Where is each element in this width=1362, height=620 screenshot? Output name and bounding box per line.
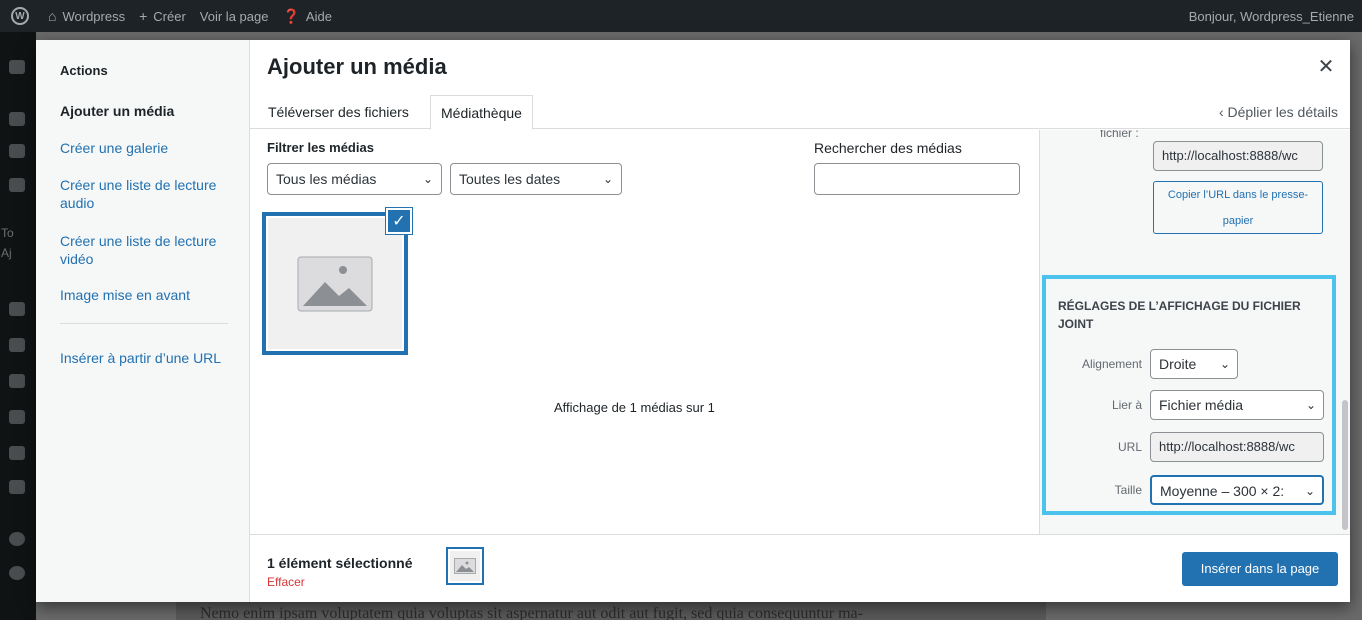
media-modal: Actions Ajouter un média Créer une galer… [36, 40, 1350, 602]
new-content-link[interactable]: + Créer [139, 8, 186, 24]
circle-icon [9, 532, 25, 546]
modal-title: Ajouter un média [267, 54, 447, 79]
search-label: Rechercher des médias [814, 140, 962, 156]
url-label: URL [1117, 440, 1142, 454]
dashboard-icon [9, 60, 25, 74]
menu-item-featured-image[interactable]: Image mise en avant [60, 286, 230, 304]
size-label: Taille [1114, 483, 1142, 497]
search-input[interactable] [814, 163, 1020, 195]
help-icon: ❓ [282, 7, 300, 24]
menu-text: To [1, 226, 14, 240]
check-icon: ✓ [392, 213, 406, 230]
close-icon: ✕ [1317, 55, 1335, 78]
media-type-filter[interactable]: Tous les médias ⌄ [267, 163, 442, 195]
attachment-check-button[interactable]: ✓ [386, 208, 412, 234]
menu-item-insert-from-url[interactable]: Insérer à partir d’une URL [60, 349, 230, 367]
media-count: Affichage de 1 médias sur 1 [554, 400, 715, 415]
selection-count: 1 élément sélectionné [267, 555, 413, 571]
router-tabs: Téléverser des fichiers Médiathèque ‹ Dé… [250, 95, 1350, 130]
attachment-details-sidebar: fichier : http://localhost:8888/wc Copie… [1039, 130, 1350, 534]
chevron-down-icon: ⌄ [1216, 350, 1230, 378]
menu-item-video-playlist[interactable]: Créer une liste de lecture vidéo [60, 232, 230, 268]
appearance-icon [9, 302, 25, 316]
menu-item-audio-playlist[interactable]: Créer une liste de lecture audio [60, 176, 230, 212]
wordpress-logo[interactable]: W [6, 0, 34, 32]
settings-icon [9, 446, 25, 460]
tab-media-library[interactable]: Médiathèque [430, 95, 533, 130]
display-settings-panel: RÉGLAGES DE L’AFFICHAGE DU FICHIER JOINT… [1042, 275, 1336, 515]
menu-item-add-media[interactable]: Ajouter un média [60, 102, 230, 120]
chevron-left-icon: ‹ [1218, 104, 1228, 120]
users-icon [9, 374, 25, 388]
view-page-link[interactable]: Voir la page [200, 9, 269, 24]
page-content-text: Nemo enim ipsam voluptatem quia voluptas… [176, 600, 1046, 620]
tools-icon [9, 410, 25, 424]
home-icon: ⌂ [48, 8, 57, 24]
chevron-down-icon: ⌄ [602, 172, 613, 186]
link-url-field[interactable]: http://localhost:8888/wc [1150, 432, 1324, 462]
plus-icon: + [139, 8, 148, 24]
menu-item-create-gallery[interactable]: Créer une galerie [60, 139, 230, 157]
media-toolbar-footer: 1 élément sélectionné Effacer Insérer da… [250, 534, 1350, 602]
pin-icon [9, 112, 25, 126]
display-settings-heading: RÉGLAGES DE L’AFFICHAGE DU FICHIER JOINT [1058, 299, 1301, 331]
wordpress-icon: W [11, 7, 29, 25]
link-to-select[interactable]: Fichier média ⌄ [1150, 390, 1324, 420]
table-icon [9, 480, 25, 494]
tab-upload-files[interactable]: Téléverser des fichiers [258, 95, 419, 129]
chevron-down-icon: ⌄ [1301, 477, 1315, 503]
plugins-icon [9, 338, 25, 352]
size-select[interactable]: Moyenne – 300 × 2: ⌄ [1150, 475, 1324, 505]
file-url-label: fichier : [1100, 130, 1139, 140]
image-placeholder-icon [454, 558, 476, 574]
chevron-down-icon: ⌄ [422, 172, 433, 186]
expand-details-button[interactable]: ‹ Déplier les détails [1219, 95, 1338, 129]
help-link[interactable]: ❓ Aide [282, 8, 331, 25]
admin-sidebar: To Aj [0, 32, 36, 620]
site-name-link[interactable]: ⌂ Wordpress [48, 8, 125, 24]
menu-separator [60, 323, 228, 324]
user-greeting[interactable]: Bonjour, Wordpress_Etienne [1189, 0, 1354, 32]
file-url-field[interactable]: http://localhost:8888/wc [1153, 141, 1323, 171]
close-button[interactable]: ✕ [1312, 52, 1340, 80]
link-to-label: Lier à [1111, 398, 1142, 412]
selection-thumbnail[interactable] [446, 547, 484, 585]
details-scrollbar[interactable] [1342, 400, 1348, 530]
menu-text: Aj [1, 246, 12, 260]
media-menu: Actions Ajouter un média Créer une galer… [36, 40, 250, 602]
menu-heading: Actions [60, 63, 108, 78]
alignment-label: Alignement [1081, 357, 1142, 371]
collapse-icon [9, 566, 25, 580]
media-icon [9, 144, 25, 158]
insert-into-page-button[interactable]: Insérer dans la page [1182, 552, 1338, 586]
alignment-select[interactable]: Droite ⌄ [1150, 349, 1238, 379]
image-placeholder-icon [297, 256, 373, 311]
chevron-down-icon: ⌄ [1302, 391, 1316, 419]
admin-bar: W ⌂ Wordpress + Créer Voir la page ❓ Aide B… [0, 0, 1362, 32]
copy-url-button[interactable]: Copier l’URL dans le presse-papier [1153, 181, 1323, 234]
date-filter[interactable]: Toutes les dates ⌄ [450, 163, 622, 195]
clear-selection-link[interactable]: Effacer [267, 575, 305, 589]
filter-label: Filtrer les médias [267, 140, 374, 155]
pages-icon [9, 178, 25, 192]
